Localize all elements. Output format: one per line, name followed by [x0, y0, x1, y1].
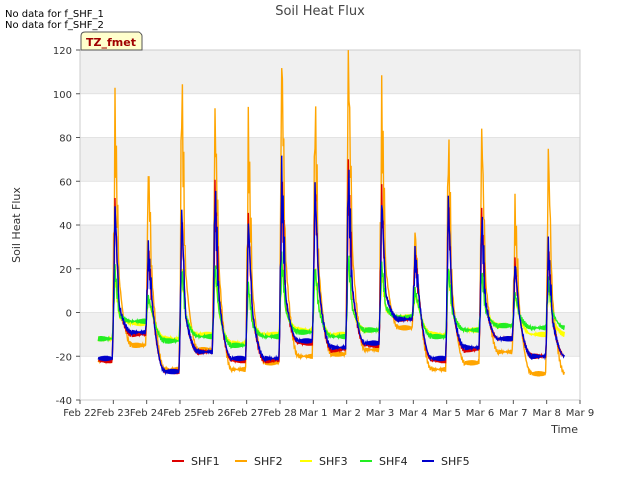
x-tick-label: Feb 26 [197, 408, 231, 419]
x-tick-label: Mar 2 [332, 408, 360, 419]
x-tick-label: Feb 23 [97, 408, 131, 419]
x-tick-label: Mar 1 [299, 408, 327, 419]
x-axis-label: Time [550, 423, 578, 436]
soil-heat-flux-chart: -40-20020406080100120Feb 22 Feb 23 Feb 24 F… [10, 4, 594, 468]
y-tick-label: 80 [59, 134, 72, 145]
x-tick-label: Feb 27 [230, 408, 264, 419]
x-tick-label: Mar 4 [399, 408, 427, 419]
x-tick-label: Mar 7 [499, 408, 527, 419]
legend-label-shf1: SHF1 [191, 455, 220, 468]
y-tick-label: 60 [59, 177, 72, 188]
y-axis-label: Soil Heat Flux [10, 187, 23, 263]
chart-title: Soil Heat Flux [275, 4, 365, 19]
y-tick-label: -20 [56, 352, 72, 363]
y-tick-label: 120 [53, 46, 72, 57]
legend-label-shf3: SHF3 [319, 455, 348, 468]
x-tick-label: Feb 28 [263, 408, 297, 419]
badge-label: TZ_fmet [86, 36, 136, 49]
legend-label-shf4: SHF4 [379, 455, 408, 468]
x-tick-label: Feb 24 [130, 408, 164, 419]
grid-band [80, 50, 580, 94]
y-tick-label: 0 [66, 309, 72, 320]
x-tick-label: Mar 9 [566, 408, 594, 419]
x-tick-label: Feb 25 [163, 408, 197, 419]
legend-label-shf5: SHF5 [441, 455, 470, 468]
y-tick-label: 20 [59, 265, 72, 276]
x-tick-label: Mar 3 [366, 408, 394, 419]
grid-band [80, 225, 580, 269]
x-tick-label: Mar 8 [532, 408, 560, 419]
y-tick-label: 100 [53, 90, 72, 101]
y-tick-label: 40 [59, 221, 72, 232]
y-tick-label: -40 [56, 396, 72, 407]
x-tick-label: Feb 22 [63, 408, 97, 419]
grid-band [80, 137, 580, 182]
legend-label-shf2: SHF2 [254, 455, 283, 468]
x-tick-label: Mar 5 [432, 408, 460, 419]
x-tick-label: Mar 6 [466, 408, 494, 419]
